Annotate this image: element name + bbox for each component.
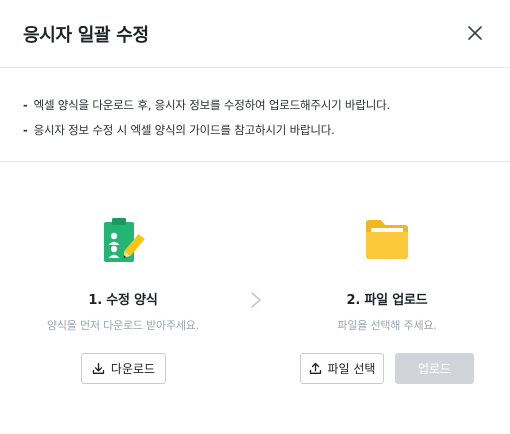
step-description: 양식을 먼저 다운로드 받아주세요. bbox=[46, 319, 200, 332]
upload-button-label: 업로드 bbox=[417, 362, 452, 376]
modal-title: 응시자 일괄 수정 bbox=[23, 25, 149, 46]
step-title: 1. 수정 양식 bbox=[88, 293, 158, 308]
choose-file-button-label: 파일 선택 bbox=[327, 362, 376, 376]
bulk-edit-modal: 응시자 일괄 수정 - 엑셀 양식을 다운로드 후, 응시자 정보를 수정하여 업… bbox=[0, 0, 510, 434]
step-upload-file: 2. 파일 업로드 파일을 선택해 주세요. bbox=[287, 215, 487, 332]
step-description: 파일을 선택해 주세요. bbox=[337, 319, 437, 332]
choose-file-button[interactable]: 파일 선택 bbox=[300, 353, 384, 384]
folder-icon bbox=[366, 220, 408, 259]
note-item: - 응시자 정보 수정 시 엑셀 양식의 가이드를 참고하시기 바랍니다. bbox=[23, 123, 335, 137]
note-bullet: - bbox=[23, 98, 28, 112]
modal-header: 응시자 일괄 수정 bbox=[0, 0, 510, 68]
close-icon bbox=[468, 26, 482, 40]
close-button[interactable] bbox=[462, 20, 488, 46]
chevron-right-icon bbox=[251, 292, 261, 308]
download-button[interactable]: 다운로드 bbox=[81, 353, 166, 384]
note-item: - 엑셀 양식을 다운로드 후, 응시자 정보를 수정하여 업로드해주시기 바랍니… bbox=[23, 98, 390, 112]
download-button-label: 다운로드 bbox=[110, 362, 156, 376]
clipboard-users-icon bbox=[104, 218, 145, 262]
upload-icon bbox=[309, 362, 321, 374]
download-icon bbox=[92, 362, 105, 374]
upload-button[interactable]: 업로드 bbox=[395, 353, 474, 384]
note-bullet: - bbox=[23, 123, 28, 137]
step-title: 2. 파일 업로드 bbox=[346, 293, 428, 308]
instruction-notes: - 엑셀 양식을 다운로드 후, 응시자 정보를 수정하여 업로드해주시기 바랍니… bbox=[0, 68, 510, 162]
step-download-template: 1. 수정 양식 양식을 먼저 다운로드 받아주세요. bbox=[23, 215, 223, 332]
